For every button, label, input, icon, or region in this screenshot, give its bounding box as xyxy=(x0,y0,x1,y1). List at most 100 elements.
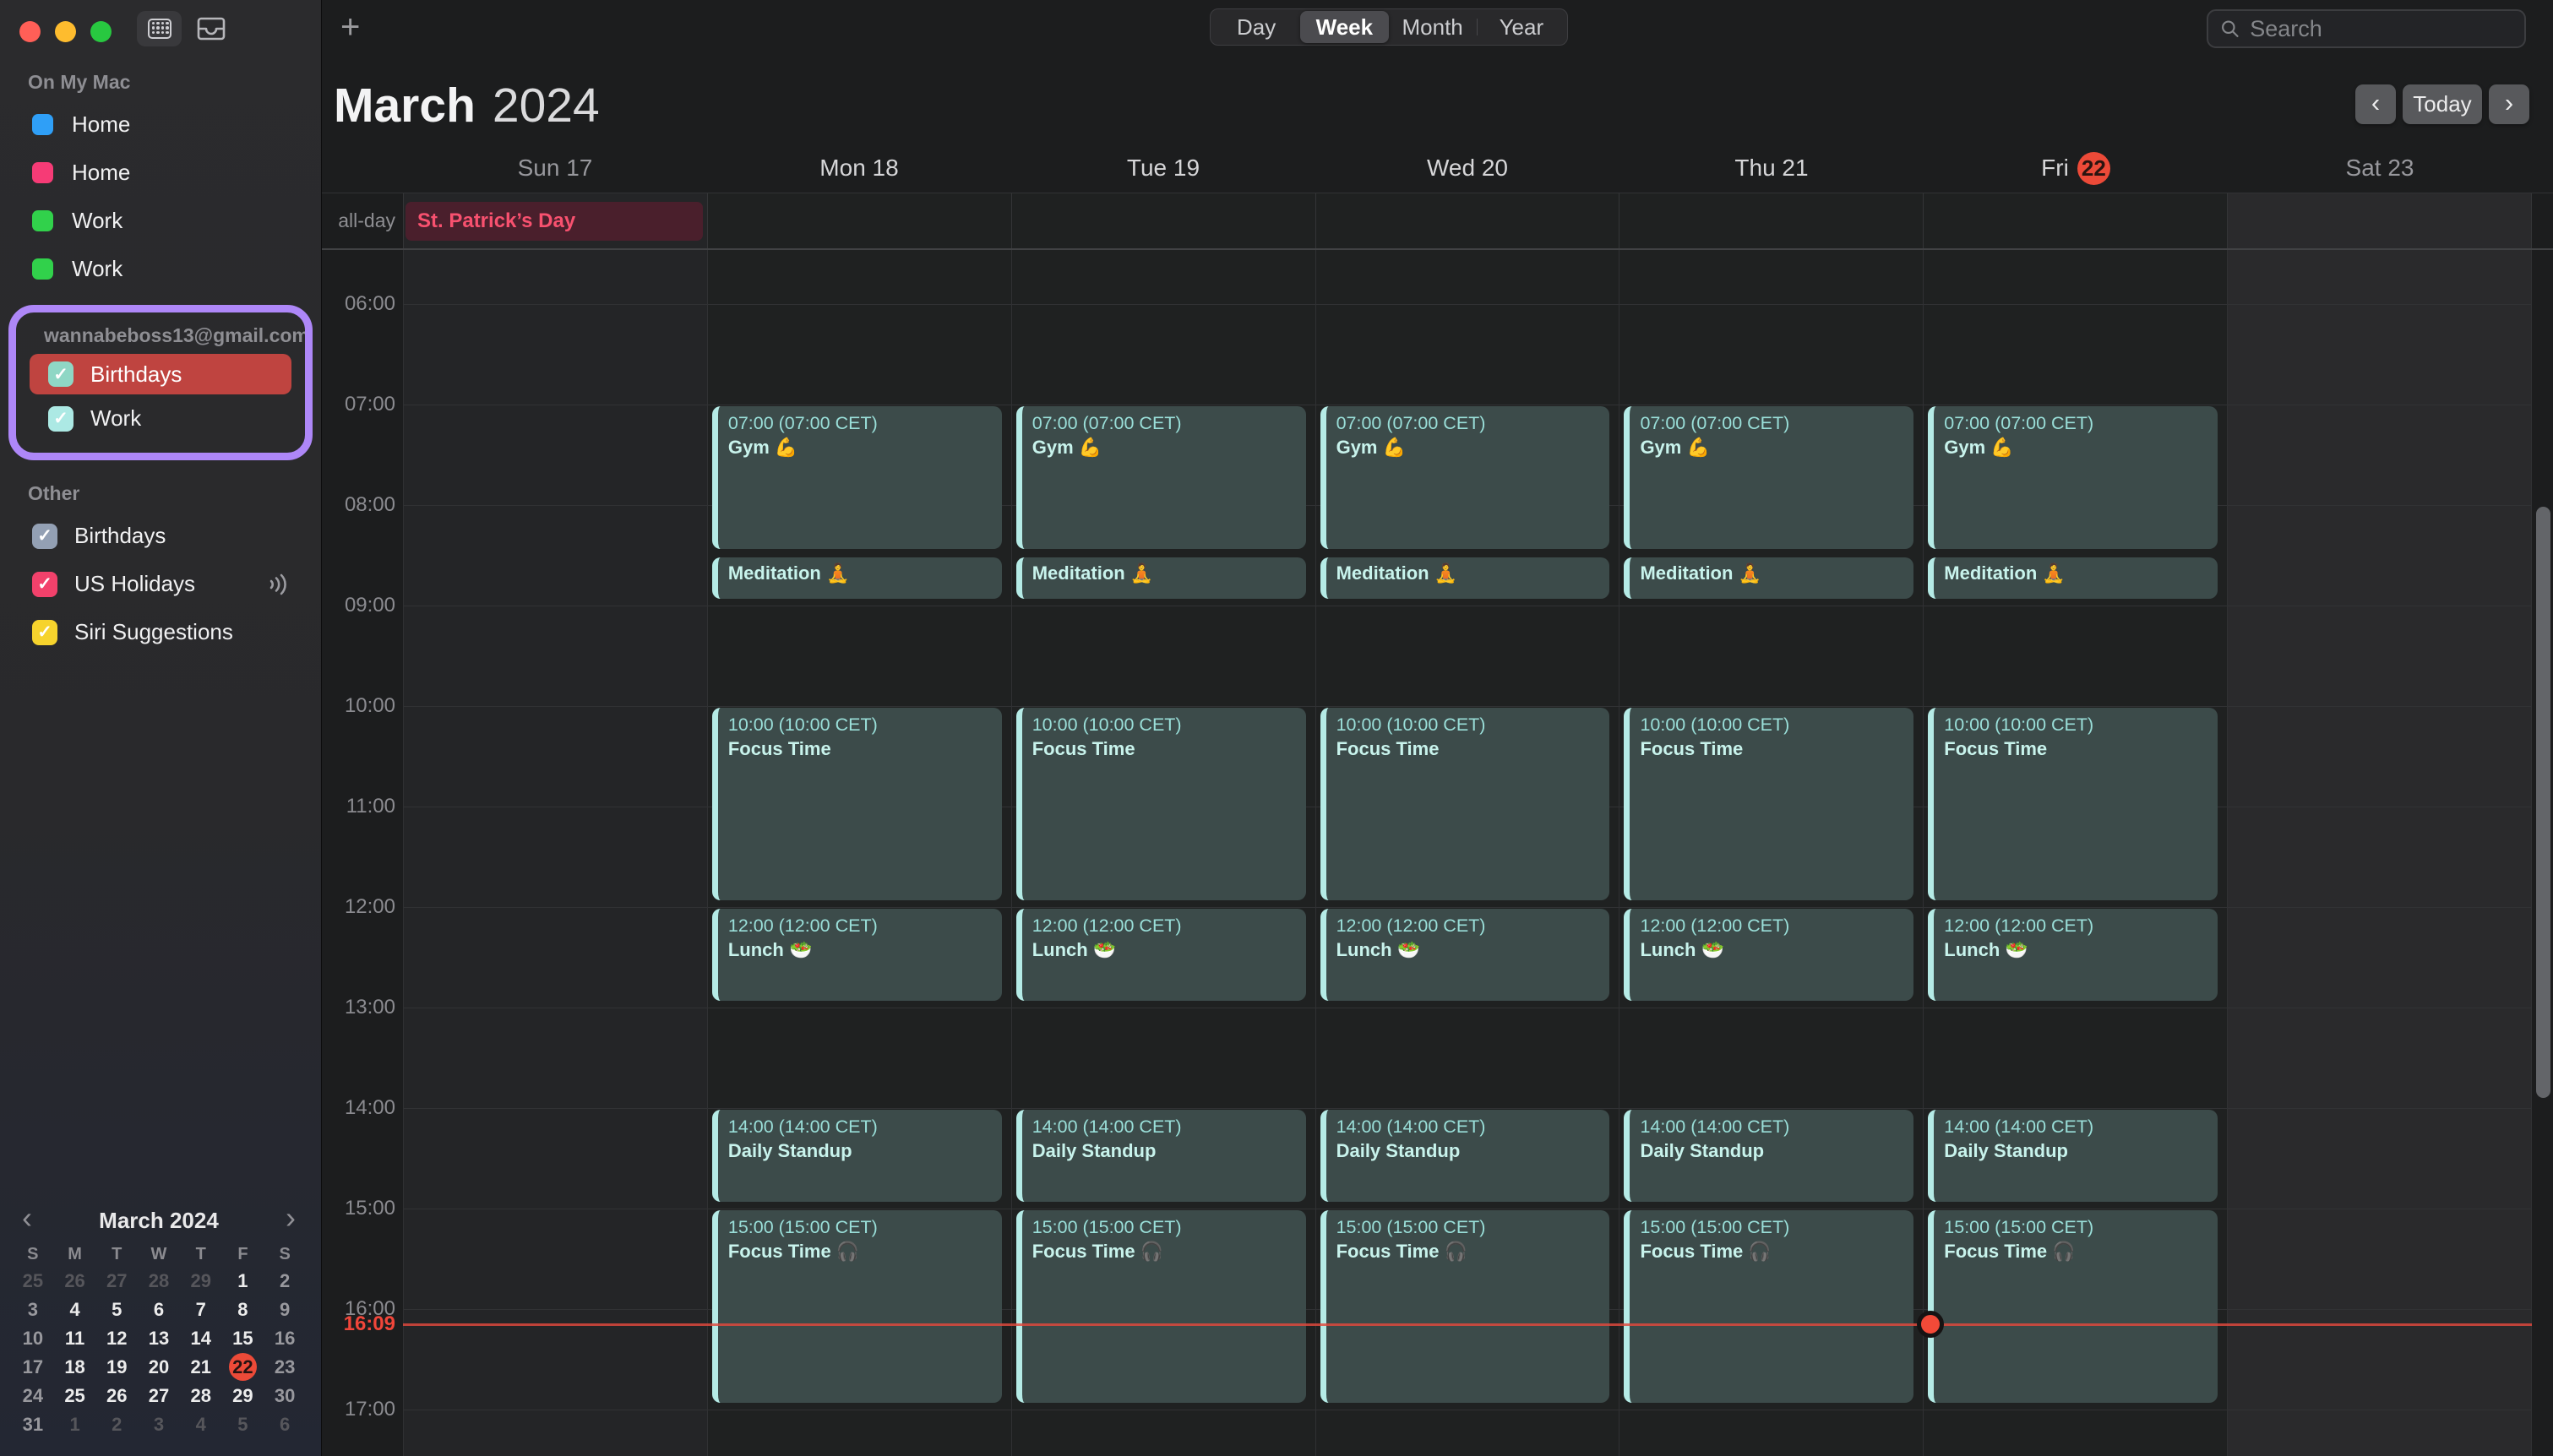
day-column-sat[interactable] xyxy=(2227,250,2532,1456)
prev-week-button[interactable]: ‹ xyxy=(2355,84,2396,124)
event-gym[interactable]: 07:00 (07:00 CET)Gym 💪 xyxy=(1928,406,2218,549)
mini-calendar-day-31[interactable]: 31 xyxy=(12,1410,54,1439)
mini-calendar-day-3[interactable]: 3 xyxy=(138,1410,180,1439)
calendar-checkbox[interactable]: ✓ xyxy=(48,361,73,387)
calendar-checkbox[interactable]: ✓ xyxy=(48,406,73,432)
tab-day[interactable]: Day xyxy=(1212,11,1300,43)
event-gym[interactable]: 07:00 (07:00 CET)Gym 💪 xyxy=(1320,406,1610,549)
close-button[interactable] xyxy=(19,21,41,42)
mini-calendar-day-4[interactable]: 4 xyxy=(54,1296,96,1324)
calendar-checkbox[interactable]: ✓ xyxy=(32,572,57,597)
event-meditation[interactable]: Meditation 🧘 xyxy=(1624,557,1913,600)
mini-calendar-day-24[interactable]: 24 xyxy=(12,1382,54,1410)
mini-calendar-day-21[interactable]: 21 xyxy=(180,1353,222,1382)
mini-calendar-day-25[interactable]: 25 xyxy=(54,1382,96,1410)
day-column-tue[interactable]: 07:00 (07:00 CET)Gym 💪Meditation 🧘10:00 … xyxy=(1011,250,1315,1456)
event-focus-time[interactable]: 10:00 (10:00 CET)Focus Time xyxy=(1320,708,1610,900)
day-column-thu[interactable]: 07:00 (07:00 CET)Gym 💪 Meditation 🧘 10:00 … xyxy=(1619,250,1923,1456)
event-gym[interactable]: 07:00 (07:00 CET)Gym 💪 xyxy=(1624,406,1913,549)
event-focus-time[interactable]: 10:00 (10:00 CET)Focus Time xyxy=(712,708,1002,900)
all-day-cell-thu[interactable] xyxy=(1619,193,1923,248)
day-column-mon[interactable]: 07:00 (07:00 CET)Gym 💪 Meditation 🧘 10:00 … xyxy=(707,250,1011,1456)
event-focus-time[interactable]: 15:00 (15:00 CET)Focus Time 🎧 xyxy=(712,1210,1002,1403)
mini-calendar-day-10[interactable]: 10 xyxy=(12,1324,54,1353)
mini-calendar-day-8[interactable]: 8 xyxy=(222,1296,264,1324)
mini-calendar-day-7[interactable]: 7 xyxy=(180,1296,222,1324)
event-focus-time[interactable]: 15:00 (15:00 CET)Focus Time 🎧 xyxy=(1624,1210,1913,1403)
calendar-checkbox[interactable] xyxy=(32,258,53,280)
mini-calendar-day-22[interactable]: 22 xyxy=(222,1353,264,1382)
event-lunch[interactable]: 12:00 (12:00 CET)Lunch 🥗 xyxy=(712,909,1002,1001)
mini-calendar-day-23[interactable]: 23 xyxy=(264,1353,306,1382)
add-event-button[interactable]: + xyxy=(340,10,360,44)
mini-calendar-day-2[interactable]: 2 xyxy=(264,1267,306,1296)
search-field[interactable] xyxy=(2207,9,2526,48)
vertical-scrollbar[interactable] xyxy=(2536,507,2550,1098)
mini-calendar-day-19[interactable]: 19 xyxy=(95,1353,138,1382)
event-focus-time[interactable]: 10:00 (10:00 CET)Focus Time xyxy=(1624,708,1913,900)
mini-calendar-day-16[interactable]: 16 xyxy=(264,1324,306,1353)
mini-calendar-day-9[interactable]: 9 xyxy=(264,1296,306,1324)
today-button[interactable]: Today xyxy=(2403,84,2482,124)
sidebar-item-work[interactable]: Work xyxy=(0,197,321,245)
minimize-button[interactable] xyxy=(55,21,76,42)
sidebar-item-siri-suggestions[interactable]: ✓Siri Suggestions xyxy=(0,608,321,656)
sidebar-item-us-holidays[interactable]: ✓US Holidays xyxy=(0,560,321,608)
calendar-view-button[interactable] xyxy=(137,11,182,46)
mini-calendar-next-icon[interactable]: › xyxy=(286,1203,296,1238)
day-column-sun[interactable] xyxy=(403,250,707,1456)
mini-calendar-day-11[interactable]: 11 xyxy=(54,1324,96,1353)
calendar-checkbox[interactable]: ✓ xyxy=(32,524,57,549)
event-meditation[interactable]: Meditation 🧘 xyxy=(712,557,1002,600)
mini-calendar-day-3[interactable]: 3 xyxy=(12,1296,54,1324)
sidebar-item-home[interactable]: Home xyxy=(0,149,321,197)
mini-calendar-day-12[interactable]: 12 xyxy=(95,1324,138,1353)
tab-week[interactable]: Week xyxy=(1300,11,1388,43)
mini-calendar-day-13[interactable]: 13 xyxy=(138,1324,180,1353)
all-day-cell-fri[interactable] xyxy=(1923,193,2227,248)
sidebar-item-work[interactable]: Work xyxy=(0,245,321,293)
sidebar-item-birthdays[interactable]: ✓Birthdays xyxy=(30,354,291,394)
sidebar-item-home[interactable]: Home xyxy=(0,101,321,149)
day-header-wed-20[interactable]: Wed 20 xyxy=(1315,145,1619,191)
mini-calendar-day-26[interactable]: 26 xyxy=(95,1382,138,1410)
mini-calendar-day-28[interactable]: 28 xyxy=(180,1382,222,1410)
day-header-fri-22[interactable]: Fri22 xyxy=(1924,145,2228,191)
event-daily-standup[interactable]: 14:00 (14:00 CET)Daily Standup xyxy=(1624,1110,1913,1202)
event-meditation[interactable]: Meditation 🧘 xyxy=(1320,557,1610,600)
event-focus-time[interactable]: 10:00 (10:00 CET)Focus Time xyxy=(1928,708,2218,900)
day-header-sat-23[interactable]: Sat 23 xyxy=(2228,145,2532,191)
search-input[interactable] xyxy=(2248,15,2512,43)
day-header-mon-18[interactable]: Mon 18 xyxy=(707,145,1011,191)
event-daily-standup[interactable]: 14:00 (14:00 CET)Daily Standup xyxy=(1016,1110,1306,1202)
calendar-checkbox[interactable]: ✓ xyxy=(32,620,57,645)
day-header-tue-19[interactable]: Tue 19 xyxy=(1011,145,1315,191)
tab-year[interactable]: Year xyxy=(1478,11,1565,43)
mini-calendar-day-26[interactable]: 26 xyxy=(54,1267,96,1296)
mini-calendar-day-30[interactable]: 30 xyxy=(264,1382,306,1410)
mini-calendar-day-27[interactable]: 27 xyxy=(138,1382,180,1410)
all-day-cell-mon[interactable] xyxy=(707,193,1011,248)
event-daily-standup[interactable]: 14:00 (14:00 CET)Daily Standup xyxy=(1928,1110,2218,1202)
event-focus-time[interactable]: 15:00 (15:00 CET)Focus Time 🎧 xyxy=(1928,1210,2218,1403)
mini-calendar-day-14[interactable]: 14 xyxy=(180,1324,222,1353)
mini-calendar-day-27[interactable]: 27 xyxy=(95,1267,138,1296)
mini-calendar-day-2[interactable]: 2 xyxy=(95,1410,138,1439)
sidebar-item-work[interactable]: ✓Work xyxy=(16,394,305,443)
event-meditation[interactable]: Meditation 🧘 xyxy=(1928,557,2218,600)
day-header-sun-17[interactable]: Sun 17 xyxy=(403,145,707,191)
sidebar-item-birthdays[interactable]: ✓Birthdays xyxy=(0,512,321,560)
inbox-button[interactable] xyxy=(193,14,230,44)
mini-calendar-day-18[interactable]: 18 xyxy=(54,1353,96,1382)
all-day-cell-sat[interactable] xyxy=(2227,193,2532,248)
mini-calendar-day-29[interactable]: 29 xyxy=(180,1267,222,1296)
mini-calendar-day-5[interactable]: 5 xyxy=(95,1296,138,1324)
mini-calendar-day-5[interactable]: 5 xyxy=(222,1410,264,1439)
day-header-thu-21[interactable]: Thu 21 xyxy=(1619,145,1924,191)
mini-calendar-day-15[interactable]: 15 xyxy=(222,1324,264,1353)
calendar-checkbox[interactable] xyxy=(32,210,53,231)
all-day-cell-tue[interactable] xyxy=(1011,193,1315,248)
mini-calendar-day-29[interactable]: 29 xyxy=(222,1382,264,1410)
event-gym[interactable]: 07:00 (07:00 CET)Gym 💪 xyxy=(712,406,1002,549)
mini-calendar-day-20[interactable]: 20 xyxy=(138,1353,180,1382)
